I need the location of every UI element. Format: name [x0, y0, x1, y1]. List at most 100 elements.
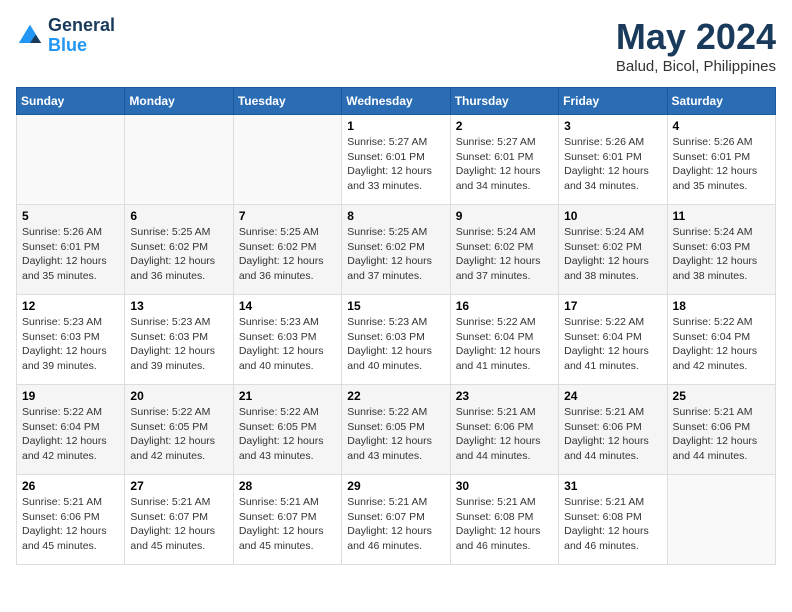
day-number: 17 [564, 299, 661, 313]
calendar-cell: 20 Sunrise: 5:22 AMSunset: 6:05 PMDayligh… [125, 385, 233, 475]
column-header-friday: Friday [559, 88, 667, 115]
column-header-tuesday: Tuesday [233, 88, 341, 115]
day-info: Sunrise: 5:27 AMSunset: 6:01 PMDaylight:… [347, 135, 444, 194]
column-header-saturday: Saturday [667, 88, 775, 115]
day-number: 1 [347, 119, 444, 133]
calendar-cell: 16Sunrise: 5:22 AMSunset: 6:04 PMDayligh… [450, 295, 558, 385]
calendar-cell: 29 Sunrise: 5:21 AMSunset: 6:07 PMDayligh… [342, 475, 450, 565]
calendar-cell: 17 Sunrise: 5:22 AMSunset: 6:04 PMDayligh… [559, 295, 667, 385]
day-number: 29 [347, 479, 444, 493]
calendar-cell: 21 Sunrise: 5:22 AMSunset: 6:05 PMDayligh… [233, 385, 341, 475]
day-number: 31 [564, 479, 661, 493]
calendar-cell: 31 Sunrise: 5:21 AMSunset: 6:08 PMDayligh… [559, 475, 667, 565]
week-row-3: 12 Sunrise: 5:23 AMSunset: 6:03 PMDayligh… [17, 295, 776, 385]
day-info: Sunrise: 5:21 AMSunset: 6:08 PMDaylight:… [456, 495, 553, 554]
day-info: Sunrise: 5:25 AMSunset: 6:02 PMDaylight:… [239, 225, 336, 284]
day-number: 15 [347, 299, 444, 313]
calendar-cell: 9 Sunrise: 5:24 AMSunset: 6:02 PMDaylight… [450, 205, 558, 295]
day-info: Sunrise: 5:21 AMSunset: 6:07 PMDaylight:… [239, 495, 336, 554]
day-number: 22 [347, 389, 444, 403]
day-info: Sunrise: 5:25 AMSunset: 6:02 PMDaylight:… [130, 225, 227, 284]
calendar-cell: 2 Sunrise: 5:27 AMSunset: 6:01 PMDaylight… [450, 115, 558, 205]
calendar-cell: 27 Sunrise: 5:21 AMSunset: 6:07 PMDayligh… [125, 475, 233, 565]
day-number: 8 [347, 209, 444, 223]
day-info: Sunrise: 5:23 AMSunset: 6:03 PMDaylight:… [347, 315, 444, 374]
day-number: 30 [456, 479, 553, 493]
calendar-cell: 28 Sunrise: 5:21 AMSunset: 6:07 PMDayligh… [233, 475, 341, 565]
day-info: Sunrise: 5:24 AMSunset: 6:03 PMDaylight:… [673, 225, 770, 284]
calendar-cell: 25Sunrise: 5:21 AMSunset: 6:06 PMDayligh… [667, 385, 775, 475]
logo: General Blue [16, 16, 115, 56]
day-number: 7 [239, 209, 336, 223]
calendar-cell: 19 Sunrise: 5:22 AMSunset: 6:04 PMDayligh… [17, 385, 125, 475]
day-number: 27 [130, 479, 227, 493]
calendar-cell: 8 Sunrise: 5:25 AMSunset: 6:02 PMDaylight… [342, 205, 450, 295]
calendar-cell: 23Sunrise: 5:21 AMSunset: 6:06 PMDayligh… [450, 385, 558, 475]
day-number: 19 [22, 389, 119, 403]
day-number: 9 [456, 209, 553, 223]
calendar-cell: 22 Sunrise: 5:22 AMSunset: 6:05 PMDayligh… [342, 385, 450, 475]
day-number: 3 [564, 119, 661, 133]
day-info: Sunrise: 5:24 AMSunset: 6:02 PMDaylight:… [456, 225, 553, 284]
day-number: 11 [673, 209, 770, 223]
day-info: Sunrise: 5:25 AMSunset: 6:02 PMDaylight:… [347, 225, 444, 284]
column-header-monday: Monday [125, 88, 233, 115]
day-number: 21 [239, 389, 336, 403]
calendar-cell [125, 115, 233, 205]
day-number: 25 [673, 389, 770, 403]
day-number: 5 [22, 209, 119, 223]
day-number: 12 [22, 299, 119, 313]
calendar-table: SundayMondayTuesdayWednesdayThursdayFrid… [16, 87, 776, 565]
calendar-cell: 3 Sunrise: 5:26 AMSunset: 6:01 PMDaylight… [559, 115, 667, 205]
week-row-2: 5Sunrise: 5:26 AMSunset: 6:01 PMDaylight… [17, 205, 776, 295]
calendar-cell: 7 Sunrise: 5:25 AMSunset: 6:02 PMDaylight… [233, 205, 341, 295]
day-info: Sunrise: 5:22 AMSunset: 6:04 PMDaylight:… [673, 315, 770, 374]
day-number: 23 [456, 389, 553, 403]
day-info: Sunrise: 5:21 AMSunset: 6:07 PMDaylight:… [347, 495, 444, 554]
calendar-cell: 14Sunrise: 5:23 AMSunset: 6:03 PMDayligh… [233, 295, 341, 385]
calendar-cell [667, 475, 775, 565]
day-info: Sunrise: 5:23 AMSunset: 6:03 PMDaylight:… [22, 315, 119, 374]
day-info: Sunrise: 5:23 AMSunset: 6:03 PMDaylight:… [130, 315, 227, 374]
day-number: 26 [22, 479, 119, 493]
day-info: Sunrise: 5:27 AMSunset: 6:01 PMDaylight:… [456, 135, 553, 194]
calendar-cell [233, 115, 341, 205]
day-number: 28 [239, 479, 336, 493]
day-info: Sunrise: 5:21 AMSunset: 6:07 PMDaylight:… [130, 495, 227, 554]
day-number: 2 [456, 119, 553, 133]
day-info: Sunrise: 5:22 AMSunset: 6:04 PMDaylight:… [564, 315, 661, 374]
column-header-wednesday: Wednesday [342, 88, 450, 115]
calendar-cell: 13 Sunrise: 5:23 AMSunset: 6:03 PMDayligh… [125, 295, 233, 385]
day-info: Sunrise: 5:24 AMSunset: 6:02 PMDaylight:… [564, 225, 661, 284]
day-info: Sunrise: 5:22 AMSunset: 6:04 PMDaylight:… [22, 405, 119, 464]
calendar-cell: 6Sunrise: 5:25 AMSunset: 6:02 PMDaylight… [125, 205, 233, 295]
calendar-cell: 10 Sunrise: 5:24 AMSunset: 6:02 PMDayligh… [559, 205, 667, 295]
calendar-title: May 2024 [616, 16, 776, 58]
day-number: 18 [673, 299, 770, 313]
calendar-cell: 30 Sunrise: 5:21 AMSunset: 6:08 PMDayligh… [450, 475, 558, 565]
calendar-cell: 18 Sunrise: 5:22 AMSunset: 6:04 PMDayligh… [667, 295, 775, 385]
day-number: 4 [673, 119, 770, 133]
day-info: Sunrise: 5:26 AMSunset: 6:01 PMDaylight:… [564, 135, 661, 194]
week-row-4: 19 Sunrise: 5:22 AMSunset: 6:04 PMDayligh… [17, 385, 776, 475]
day-info: Sunrise: 5:22 AMSunset: 6:05 PMDaylight:… [130, 405, 227, 464]
calendar-cell: 24Sunrise: 5:21 AMSunset: 6:06 PMDayligh… [559, 385, 667, 475]
day-info: Sunrise: 5:21 AMSunset: 6:08 PMDaylight:… [564, 495, 661, 554]
day-number: 20 [130, 389, 227, 403]
day-info: Sunrise: 5:22 AMSunset: 6:05 PMDaylight:… [239, 405, 336, 464]
calendar-cell: 15 Sunrise: 5:23 AMSunset: 6:03 PMDayligh… [342, 295, 450, 385]
column-header-sunday: Sunday [17, 88, 125, 115]
calendar-cell: 26Sunrise: 5:21 AMSunset: 6:06 PMDayligh… [17, 475, 125, 565]
calendar-cell: 1 Sunrise: 5:27 AMSunset: 6:01 PMDaylight… [342, 115, 450, 205]
day-info: Sunrise: 5:26 AMSunset: 6:01 PMDaylight:… [673, 135, 770, 194]
header: General Blue May 2024 Balud, Bicol, Phil… [16, 16, 776, 75]
day-number: 13 [130, 299, 227, 313]
logo-icon [16, 22, 44, 50]
calendar-cell: 11 Sunrise: 5:24 AMSunset: 6:03 PMDayligh… [667, 205, 775, 295]
day-number: 10 [564, 209, 661, 223]
day-info: Sunrise: 5:22 AMSunset: 6:05 PMDaylight:… [347, 405, 444, 464]
logo-text: General Blue [48, 16, 115, 56]
day-number: 14 [239, 299, 336, 313]
calendar-subtitle: Balud, Bicol, Philippines [616, 58, 776, 75]
week-row-1: 1 Sunrise: 5:27 AMSunset: 6:01 PMDaylight… [17, 115, 776, 205]
